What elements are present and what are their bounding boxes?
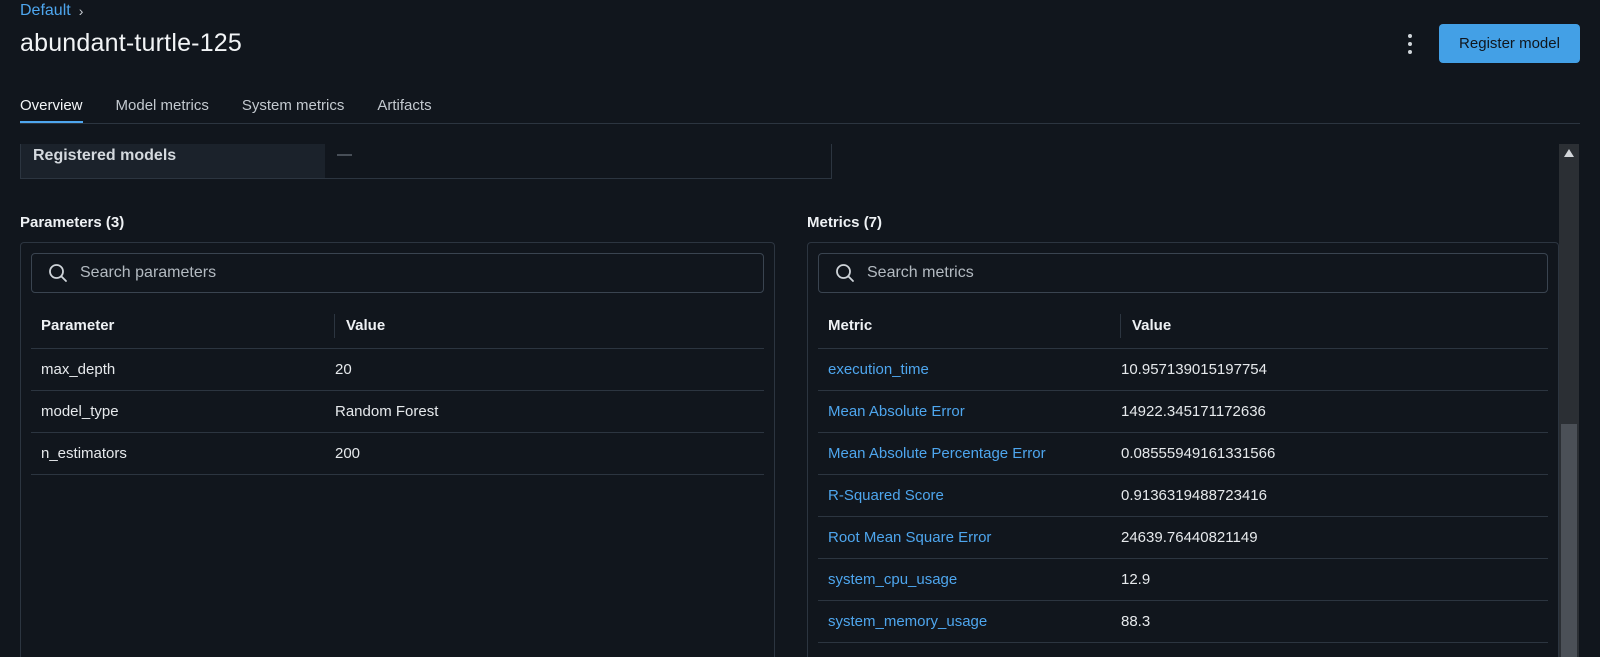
- parameter-name: model_type: [41, 403, 119, 420]
- table-row: max_depth 20: [31, 349, 764, 391]
- search-icon: [836, 264, 854, 282]
- table-row: n_estimators 200: [31, 433, 764, 475]
- metrics-panel: Metric Value execution_time 10.957139015…: [807, 242, 1559, 657]
- table-row: system_cpu_usage 12.9: [818, 559, 1548, 601]
- table-row: Mean Absolute Error 14922.345171172636: [818, 391, 1548, 433]
- parameter-value: Random Forest: [335, 403, 439, 420]
- table-row: system_memory_usage 88.3: [818, 601, 1548, 643]
- breadcrumb-experiment-link[interactable]: Default: [20, 2, 71, 20]
- parameter-value: 200: [335, 445, 361, 462]
- parameters-title: Parameters (3): [20, 214, 125, 231]
- parameters-search-input[interactable]: [78, 263, 726, 283]
- table-row: model_type Random Forest: [31, 391, 764, 433]
- more-options-icon[interactable]: [1400, 32, 1420, 56]
- metric-name-link[interactable]: Mean Absolute Error: [828, 403, 965, 420]
- value-column-header[interactable]: Value: [1121, 317, 1171, 334]
- metrics-search-input[interactable]: [865, 263, 1510, 283]
- metrics-table: Metric Value execution_time 10.957139015…: [818, 303, 1548, 643]
- chevron-right-icon: ›: [78, 3, 84, 19]
- registered-models-label: Registered models: [21, 144, 325, 178]
- tab-bar: Overview Model metrics System metrics Ar…: [20, 93, 1580, 124]
- tab-model-metrics[interactable]: Model metrics: [116, 93, 209, 123]
- table-row: Mean Absolute Percentage Error 0.0855594…: [818, 433, 1548, 475]
- vertical-scrollbar[interactable]: [1559, 144, 1579, 657]
- metrics-table-header: Metric Value: [818, 303, 1548, 349]
- page-title: abundant-turtle-125: [20, 29, 243, 57]
- table-row: execution_time 10.957139015197754: [818, 349, 1548, 391]
- metric-name-link[interactable]: R-Squared Score: [828, 487, 944, 504]
- tab-artifacts[interactable]: Artifacts: [377, 93, 431, 123]
- parameter-value: 20: [335, 361, 352, 378]
- metric-name-link[interactable]: execution_time: [828, 361, 929, 378]
- breadcrumb: Default ›: [20, 2, 83, 20]
- scrollbar-thumb[interactable]: [1561, 424, 1577, 657]
- registered-models-row: Registered models —: [20, 144, 832, 179]
- parameter-name: max_depth: [41, 361, 116, 378]
- metric-value: 0.9136319488723416: [1121, 487, 1267, 504]
- metric-name-link[interactable]: Root Mean Square Error: [828, 529, 991, 546]
- search-icon: [49, 264, 67, 282]
- metric-name-link[interactable]: Mean Absolute Percentage Error: [828, 445, 1046, 462]
- registered-models-value: —: [337, 146, 352, 163]
- metric-name-link[interactable]: system_cpu_usage: [828, 571, 957, 588]
- table-row: Root Mean Square Error 24639.76440821149: [818, 517, 1548, 559]
- scroll-up-arrow-icon[interactable]: [1559, 148, 1579, 160]
- metric-value: 12.9: [1121, 571, 1151, 588]
- metric-name-link[interactable]: system_memory_usage: [828, 613, 987, 630]
- metric-value: 10.957139015197754: [1121, 361, 1267, 378]
- metrics-title: Metrics (7): [807, 214, 883, 231]
- parameters-table: Parameter Value max_depth 20 model_type …: [31, 303, 764, 475]
- table-row: R-Squared Score 0.9136319488723416: [818, 475, 1548, 517]
- metric-value: 24639.76440821149: [1121, 529, 1258, 546]
- metric-value: 88.3: [1121, 613, 1151, 630]
- tab-overview[interactable]: Overview: [20, 93, 83, 123]
- parameter-column-header[interactable]: Parameter: [31, 313, 335, 338]
- parameters-table-header: Parameter Value: [31, 303, 764, 349]
- tab-system-metrics[interactable]: System metrics: [242, 93, 345, 123]
- metrics-search[interactable]: [818, 253, 1548, 293]
- metric-value: 0.08555949161331566: [1121, 445, 1276, 462]
- value-column-header[interactable]: Value: [335, 317, 385, 334]
- parameters-panel: Parameter Value max_depth 20 model_type …: [20, 242, 775, 657]
- parameters-search[interactable]: [31, 253, 764, 293]
- metric-column-header[interactable]: Metric: [818, 313, 1121, 338]
- register-model-button[interactable]: Register model: [1439, 24, 1580, 63]
- parameter-name: n_estimators: [41, 445, 127, 462]
- metric-value: 14922.345171172636: [1121, 403, 1266, 420]
